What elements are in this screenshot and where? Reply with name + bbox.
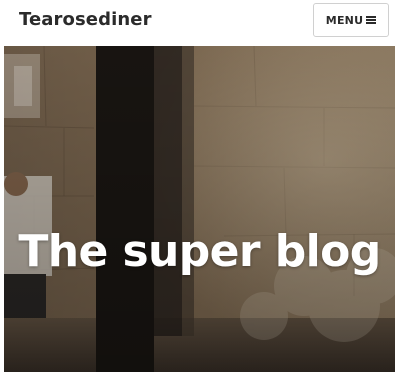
hero-background-image xyxy=(4,46,395,372)
menu-label: MENU xyxy=(325,13,364,27)
site-title[interactable]: Tearosediner xyxy=(19,9,152,30)
hero-title: The super blog xyxy=(18,226,381,277)
menu-button[interactable]: MENU xyxy=(313,3,389,37)
site-header: Tearosediner MENU xyxy=(0,0,399,46)
hamburger-icon xyxy=(366,16,377,24)
hero-banner: The super blog xyxy=(4,46,395,372)
